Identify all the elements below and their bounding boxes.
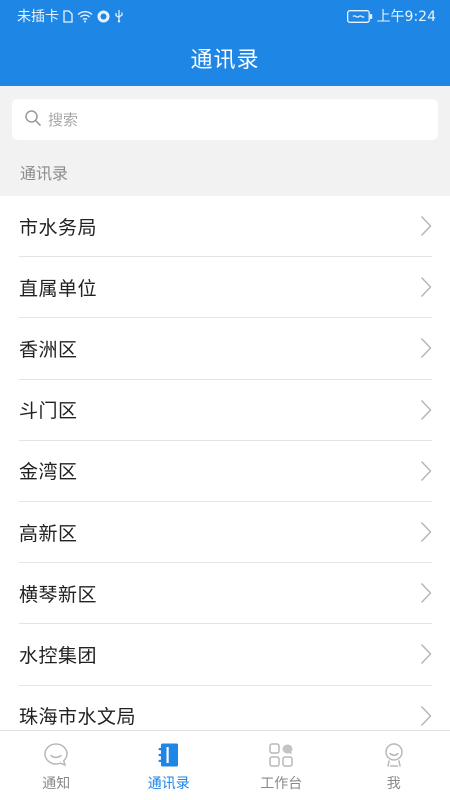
notification-app-icon — [97, 10, 110, 23]
list-item[interactable]: 高新区 — [19, 502, 432, 564]
tab-workbench[interactable]: 工作台 — [225, 731, 338, 800]
contact-group-list: 市水务局 直属单位 香洲区 斗门区 金湾区 高新区 横琴新区 水控集团 珠海市水… — [0, 196, 450, 730]
list-item[interactable]: 直属单位 — [19, 257, 432, 319]
bottom-tab-bar: 通知 通讯录 工作台 我 — [0, 730, 450, 800]
tab-me[interactable]: 我 — [338, 731, 450, 800]
usb-icon — [114, 9, 124, 23]
list-item-label: 市水务局 — [19, 216, 98, 239]
status-left: 未插卡 — [17, 6, 124, 26]
list-item[interactable]: 金湾区 — [19, 441, 432, 502]
battery-icon — [346, 9, 373, 23]
chevron-right-icon — [420, 216, 432, 237]
chevron-right-icon — [420, 338, 432, 359]
tab-label: 工作台 — [260, 776, 303, 792]
list-item[interactable]: 横琴新区 — [19, 563, 432, 625]
chevron-right-icon — [420, 522, 432, 543]
list-item[interactable]: 斗门区 — [19, 380, 432, 441]
status-right: 上午9:24 — [346, 6, 436, 26]
sim-icon — [63, 9, 73, 23]
carrier-text: 未插卡 — [17, 9, 59, 25]
tab-contacts[interactable]: 通讯录 — [113, 731, 226, 800]
tab-notifications[interactable]: 通知 — [0, 731, 113, 800]
status-bar: 未插卡 上午9:24 — [0, 0, 450, 32]
chevron-right-icon — [420, 583, 432, 604]
chevron-right-icon — [420, 460, 432, 481]
clock-text: 上午9:24 — [376, 9, 436, 25]
list-item-label: 横琴新区 — [19, 583, 98, 606]
chevron-right-icon — [420, 277, 432, 298]
list-item-label: 香洲区 — [19, 338, 78, 361]
wifi-icon — [77, 10, 93, 23]
chevron-right-icon — [420, 399, 432, 420]
list-item-label: 高新区 — [19, 522, 78, 545]
list-item[interactable]: 珠海市水文局 — [19, 686, 432, 731]
contacts-book-icon — [158, 743, 178, 767]
section-header: 通讯录 — [0, 152, 450, 196]
list-item[interactable]: 市水务局 — [19, 196, 432, 258]
search-icon — [24, 109, 42, 131]
search-box[interactable] — [12, 99, 438, 140]
page-title: 通讯录 — [190, 48, 260, 73]
list-item-label: 斗门区 — [19, 400, 78, 423]
list-item[interactable]: 水控集团 — [19, 624, 432, 686]
tab-label: 我 — [386, 776, 401, 792]
list-item-label: 直属单位 — [19, 277, 98, 300]
list-item-label: 珠海市水文局 — [19, 706, 137, 729]
app-header: 未插卡 上午9:24 通讯录 — [0, 0, 450, 86]
tab-label: 通讯录 — [147, 776, 190, 792]
search-bar — [0, 86, 450, 152]
profile-icon — [385, 743, 403, 767]
chat-bubble-icon — [44, 743, 69, 767]
list-item-label: 水控集团 — [19, 644, 98, 667]
list-item-label: 金湾区 — [19, 461, 78, 484]
search-input[interactable] — [48, 110, 408, 129]
chevron-right-icon — [420, 644, 432, 665]
tab-label: 通知 — [42, 776, 71, 792]
chevron-right-icon — [420, 705, 432, 726]
workbench-grid-icon — [269, 743, 293, 767]
list-item[interactable]: 香洲区 — [19, 318, 432, 380]
